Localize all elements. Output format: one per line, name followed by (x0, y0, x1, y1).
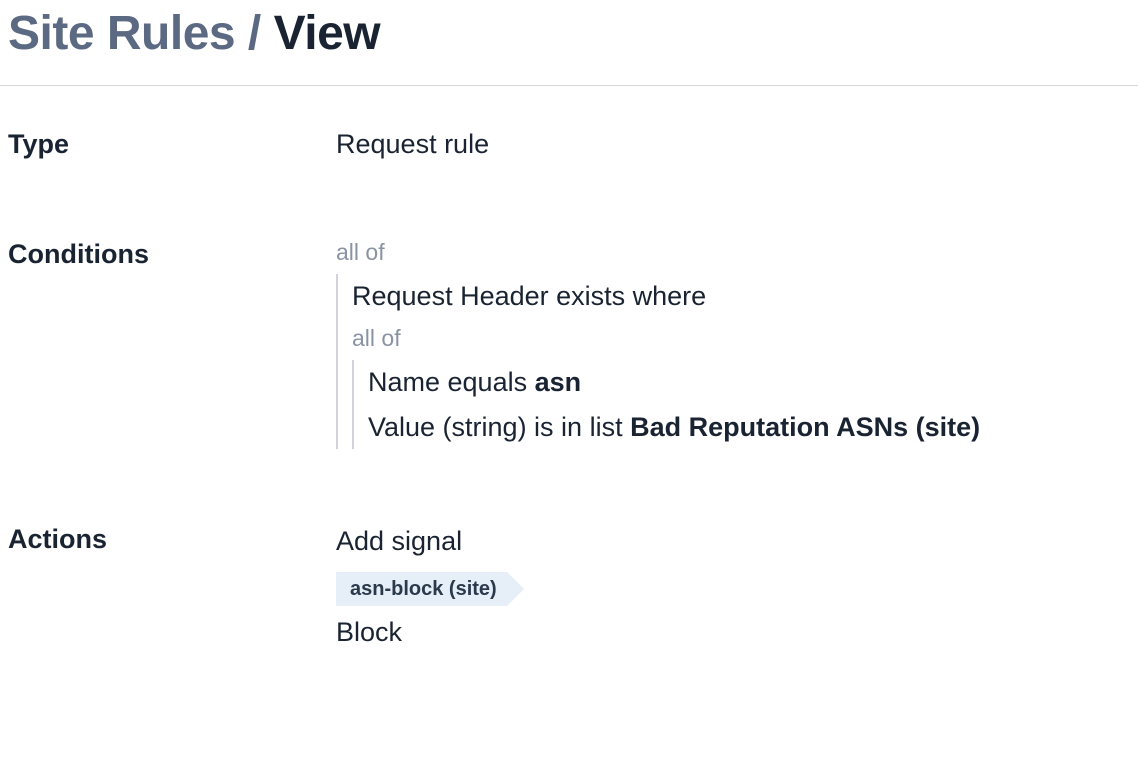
actions-label: Actions (8, 521, 336, 559)
actions-value: Add signal asn-block (site) Block (336, 521, 1138, 652)
condition-name-value: asn (535, 367, 582, 397)
condition-value-list: Bad Reputation ASNs (site) (630, 412, 980, 442)
breadcrumb-parent[interactable]: Site Rules (8, 7, 235, 60)
breadcrumb: Site Rules / View (8, 8, 1130, 61)
inner-quantifier: all of (352, 322, 1138, 354)
condition-name-equals: Name equals asn (368, 360, 1138, 405)
condition-value-prefix: Value (string) is in list (368, 412, 630, 442)
page-header: Site Rules / View (0, 0, 1138, 86)
condition-request-header: Request Header exists where (352, 274, 1138, 319)
type-row: Type Request rule (8, 126, 1138, 164)
conditions-row: Conditions all of Request Header exists … (8, 236, 1138, 450)
type-label: Type (8, 126, 336, 164)
conditions-block: Request Header exists where all of Name … (336, 274, 1138, 450)
rule-details: Type Request rule Conditions all of Requ… (0, 86, 1138, 653)
signal-tag-wrap: asn-block (site) (336, 568, 1138, 606)
condition-name-prefix: Name equals (368, 367, 535, 397)
actions-row: Actions Add signal asn-block (site) Bloc… (8, 521, 1138, 652)
conditions-label: Conditions (8, 236, 336, 274)
action-block: Block (336, 612, 1138, 653)
signal-tag: asn-block (site) (336, 572, 507, 606)
breadcrumb-separator: / (235, 7, 274, 60)
conditions-quantifier: all of (336, 236, 1138, 268)
type-value: Request rule (336, 126, 1138, 164)
inner-conditions-block: Name equals asn Value (string) is in lis… (352, 360, 1138, 449)
breadcrumb-current: View (274, 7, 381, 60)
conditions-value: all of Request Header exists where all o… (336, 236, 1138, 450)
condition-value-in-list: Value (string) is in list Bad Reputation… (368, 405, 1138, 450)
action-add-signal: Add signal (336, 521, 1138, 562)
